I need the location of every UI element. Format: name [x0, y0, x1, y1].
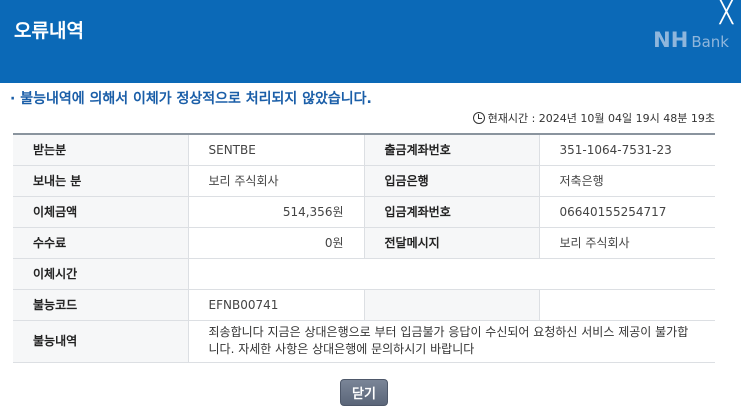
label: 수수료 [13, 227, 188, 259]
label: 받는분 [13, 134, 188, 166]
table-row: 보내는 분 보리 주식회사 입금은행 저축은행 [13, 165, 715, 197]
label: 입금계좌번호 [363, 196, 539, 228]
table-row: 이체시간 [13, 258, 715, 290]
value: EFNB00741 [187, 289, 364, 321]
label [363, 289, 539, 321]
value: 보리 주식회사 [187, 165, 364, 197]
value: 0원 [187, 227, 364, 259]
label: 이체금액 [13, 196, 188, 228]
table-row: 이체금액 514,356원 입금계좌번호 06640155254717 [13, 196, 715, 228]
value: 514,356원 [187, 196, 364, 228]
label: 이체시간 [13, 258, 188, 290]
value [538, 289, 715, 321]
close-button[interactable]: 닫기 [340, 379, 388, 406]
nh-bank-logo: NH Bank [653, 28, 729, 52]
label: 입금은행 [363, 165, 539, 197]
label: 불능코드 [13, 289, 188, 321]
table-row: 불능코드 EFNB00741 [13, 289, 715, 321]
value: 저축은행 [538, 165, 715, 197]
current-time: 현재시간 : 2024년 10월 04일 19시 48분 19초 [472, 110, 715, 126]
label: 출금계좌번호 [363, 134, 539, 166]
error-detail-table: 받는분 SENTBE 출금계좌번호 351-1064-7531-23 보내는 분… [13, 133, 715, 363]
label: 전달메시지 [363, 227, 539, 259]
value: SENTBE [187, 134, 364, 166]
value [187, 258, 715, 290]
table-row: 수수료 0원 전달메시지 보리 주식회사 [13, 227, 715, 259]
value: 06640155254717 [538, 196, 715, 228]
close-icon[interactable]: ╳ [720, 2, 733, 24]
error-message: · 불능내역에 의해서 이체가 정상적으로 처리되지 않았습니다. [10, 91, 372, 107]
dialog-header: 오류내역 ╳ NH Bank [0, 0, 741, 83]
table-row: 불능내역 죄송합니다 지금은 상대은행으로 부터 입금불가 응답이 수신되어 요… [13, 320, 715, 363]
label: 불능내역 [13, 320, 188, 363]
value: 보리 주식회사 [538, 227, 715, 259]
label: 보내는 분 [13, 165, 188, 197]
clock-icon [472, 112, 485, 124]
dialog-title: 오류내역 [14, 20, 84, 42]
value: 351-1064-7531-23 [538, 134, 715, 166]
table-row: 받는분 SENTBE 출금계좌번호 351-1064-7531-23 [13, 134, 715, 166]
value: 죄송합니다 지금은 상대은행으로 부터 입금불가 응답이 수신되어 요청하신 서… [187, 320, 715, 363]
